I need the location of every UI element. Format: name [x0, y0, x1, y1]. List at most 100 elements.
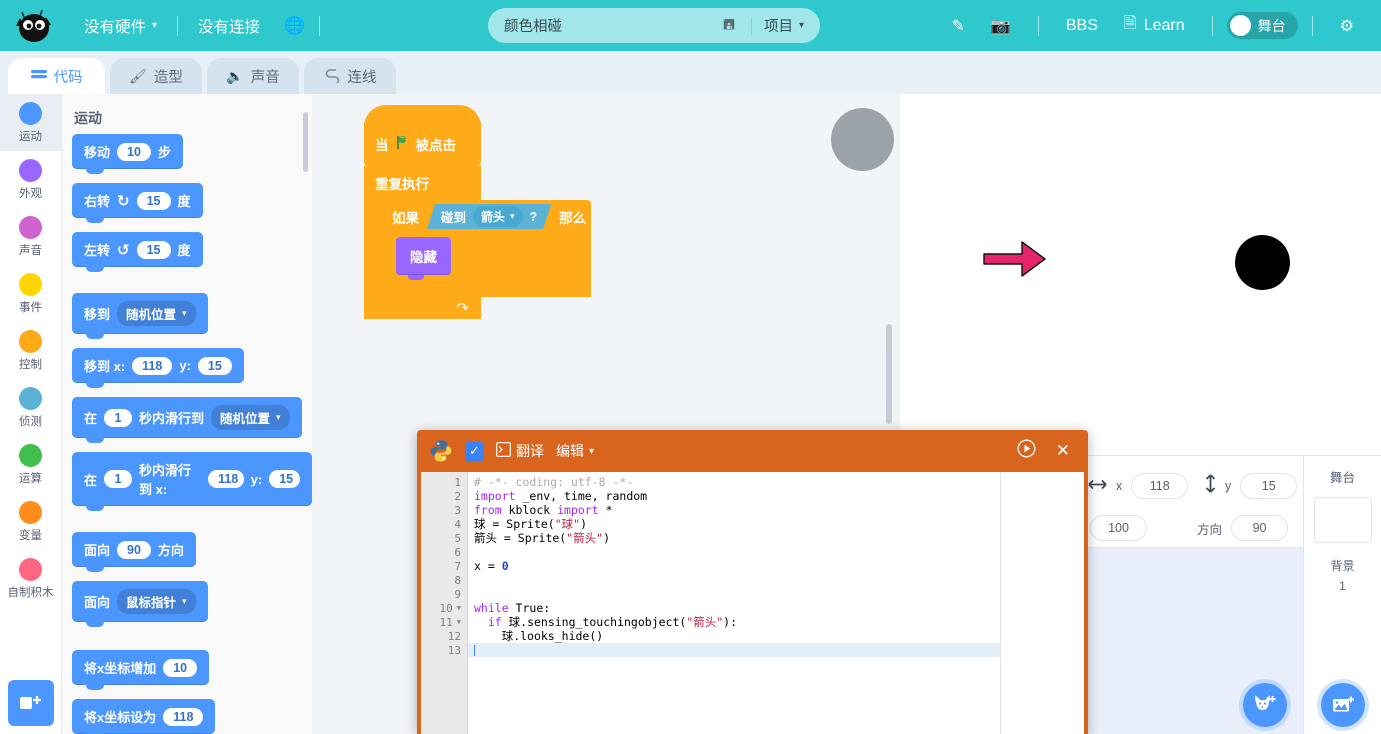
category-sound[interactable]: 声音	[0, 208, 61, 265]
block-dropdown[interactable]: 鼠标指针 ▾	[117, 589, 196, 614]
block-input[interactable]: 118	[163, 707, 204, 726]
block-input[interactable]: 90	[117, 540, 151, 559]
code-line[interactable]	[468, 643, 1084, 657]
code-line[interactable]: x = 0	[468, 559, 1084, 573]
palette-block-set-x[interactable]: 将x坐标设为 118	[62, 699, 312, 734]
block-hide[interactable]: 隐藏	[396, 237, 451, 280]
palette-scrollbar[interactable]	[303, 112, 308, 172]
category-looks[interactable]: 外观	[0, 151, 61, 208]
save-icon[interactable]: 🖪	[723, 14, 735, 38]
run-icon[interactable]	[1017, 439, 1036, 463]
block-dropdown[interactable]: 随机位置 ▾	[211, 405, 290, 430]
x-input[interactable]: 118	[1131, 473, 1189, 499]
palette-block-goto[interactable]: 移到 随机位置 ▾	[62, 293, 312, 339]
block-input[interactable]: 15	[136, 191, 171, 210]
category-sensing[interactable]: 侦测	[0, 379, 61, 436]
block-if-then[interactable]: 如果 碰到 箭头 ▾ ? 那么 隐藏	[380, 200, 591, 297]
block-input-y[interactable]: 15	[197, 356, 232, 375]
tab-code[interactable]: 代码	[8, 58, 105, 94]
code-line[interactable]: 球.looks_hide()	[468, 629, 1084, 643]
palette-block-change-x[interactable]: 将x坐标增加 10	[62, 650, 312, 690]
add-backdrop-button[interactable]	[1321, 683, 1365, 727]
python-code-window[interactable]: ✓ 翻译 编辑 ▾ ✕ 1 2 3 4 5 6 7 8 9 10 ▼ 11 ▼ 12 13 # -*- …	[417, 430, 1088, 734]
code-line[interactable]	[468, 587, 1084, 601]
block-input-x[interactable]: 118	[208, 470, 244, 488]
category-dot	[19, 443, 42, 467]
code-editor-body[interactable]: 1 2 3 4 5 6 7 8 9 10 ▼ 11 ▼ 12 13 # -*- coding: utf-…	[421, 472, 1084, 734]
code-line[interactable]: 球 = Sprite("球")	[468, 517, 1084, 531]
project-menu[interactable]: 项目 ▾	[764, 15, 804, 36]
translate-button[interactable]: 翻译	[496, 441, 544, 461]
ball-sprite[interactable]	[1235, 235, 1290, 290]
block-when-flag-clicked[interactable]: 当 被点击	[364, 105, 481, 166]
tab-wire[interactable]: 连线	[304, 58, 396, 94]
code-area[interactable]: # -*- coding: utf-8 -*- import _env, time…	[467, 472, 1084, 734]
block-input-y[interactable]: 15	[269, 470, 300, 488]
stage-thumbnail[interactable]	[1313, 497, 1372, 543]
line-number: 11 ▼	[439, 615, 461, 629]
code-line[interactable]	[468, 573, 1084, 587]
stage-canvas[interactable]	[900, 94, 1381, 455]
block-forever[interactable]: 重复执行 如果 碰到 箭头 ▾ ? 那么 隐藏 ↷	[364, 166, 591, 319]
pencil-icon[interactable]: ✎	[939, 16, 978, 36]
script-stack[interactable]: 当 被点击 重复执行 如果 碰到 箭头 ▾ ? 那么 隐藏 ↷	[364, 105, 591, 319]
globe-icon[interactable]: 🌐	[284, 16, 305, 36]
palette-block-point-direction[interactable]: 面向 90 方向	[62, 532, 312, 572]
app-logo[interactable]	[12, 4, 64, 48]
category-motion[interactable]: 运动	[0, 94, 61, 151]
touching-dropdown[interactable]: 箭头 ▾	[473, 206, 523, 227]
category-myblocks[interactable]: 自制积木	[0, 550, 61, 607]
palette-block-goto-xy[interactable]: 移到 x: 118 y: 15	[62, 348, 312, 388]
code-line[interactable]: from kblock import *	[468, 503, 1084, 517]
block-touching[interactable]: 碰到 箭头 ▾ ?	[427, 204, 551, 229]
category-control[interactable]: 控制	[0, 322, 61, 379]
learn-link[interactable]: 🗎 Learn	[1111, 12, 1198, 39]
block-input-x[interactable]: 118	[132, 356, 173, 375]
block-label: 将x坐标设为	[84, 710, 157, 725]
close-icon[interactable]: ✕	[1056, 441, 1070, 461]
category-events[interactable]: 事件	[0, 265, 61, 322]
palette-block-glide-xy[interactable]: 在 1 秒内滑行到 x: 118 y: 15	[62, 452, 312, 511]
code-line[interactable]: # -*- coding: utf-8 -*-	[468, 475, 1084, 489]
translate-label: 翻译	[516, 443, 544, 459]
block-input[interactable]: 10	[163, 658, 198, 677]
code-line[interactable]	[468, 545, 1084, 559]
add-sprite-button[interactable]	[1243, 683, 1287, 727]
tab-costume[interactable]: 🖌 造型	[110, 58, 202, 94]
hardware-menu[interactable]: 没有硬件 ▾	[78, 15, 163, 37]
project-name[interactable]: 颜色相碰	[504, 15, 723, 36]
size-input[interactable]: 100	[1090, 515, 1147, 541]
block-input-secs[interactable]: 1	[104, 470, 133, 488]
block-input[interactable]: 10	[117, 142, 151, 161]
palette-block-point-towards[interactable]: 面向 鼠标指针 ▾	[62, 581, 312, 627]
editor-secondary-pane[interactable]	[1001, 472, 1084, 734]
code-line[interactable]: import _env, time, random	[468, 489, 1084, 503]
block-palette[interactable]: 运动 移动 10 步 右转 ↻ 15 度 左转 ↺ 15 度 移到 随机位置 ▾	[62, 94, 312, 734]
stage-toggle[interactable]: 舞台	[1226, 12, 1298, 39]
stage-area[interactable]	[900, 94, 1381, 455]
palette-block-glide-to[interactable]: 在 1 秒内滑行到 随机位置 ▾	[62, 397, 312, 443]
category-operators[interactable]: 运算	[0, 436, 61, 493]
direction-input[interactable]: 90	[1231, 515, 1289, 541]
palette-block-move[interactable]: 移动 10 步	[62, 134, 312, 174]
edit-menu[interactable]: 编辑 ▾	[556, 441, 594, 461]
category-variables[interactable]: 变量	[0, 493, 61, 550]
camera-icon[interactable]: 📷	[978, 16, 1024, 36]
arrow-sprite[interactable]	[982, 236, 1048, 287]
add-extension-button[interactable]	[8, 680, 54, 726]
connection-menu[interactable]: 没有连接	[192, 15, 266, 37]
y-input[interactable]: 15	[1240, 473, 1298, 499]
block-dropdown[interactable]: 随机位置 ▾	[117, 301, 196, 326]
gear-icon[interactable]: ⚙	[1327, 16, 1367, 36]
code-line[interactable]: if 球.sensing_touchingobject("箭头"):	[468, 615, 1084, 629]
bbs-link[interactable]: BBS	[1053, 17, 1111, 35]
palette-block-turn-left[interactable]: 左转 ↺ 15 度	[62, 232, 312, 272]
code-line[interactable]: while True:	[468, 601, 1084, 615]
palette-block-turn-right[interactable]: 右转 ↻ 15 度	[62, 183, 312, 223]
block-input[interactable]: 15	[136, 240, 171, 259]
block-input-secs[interactable]: 1	[104, 408, 133, 427]
workspace-scrollbar[interactable]	[886, 324, 892, 424]
tab-sound[interactable]: 🔈 声音	[207, 58, 299, 94]
check-icon[interactable]: ✓	[465, 441, 484, 461]
code-line[interactable]: 箭头 = Sprite("箭头")	[468, 531, 1084, 545]
